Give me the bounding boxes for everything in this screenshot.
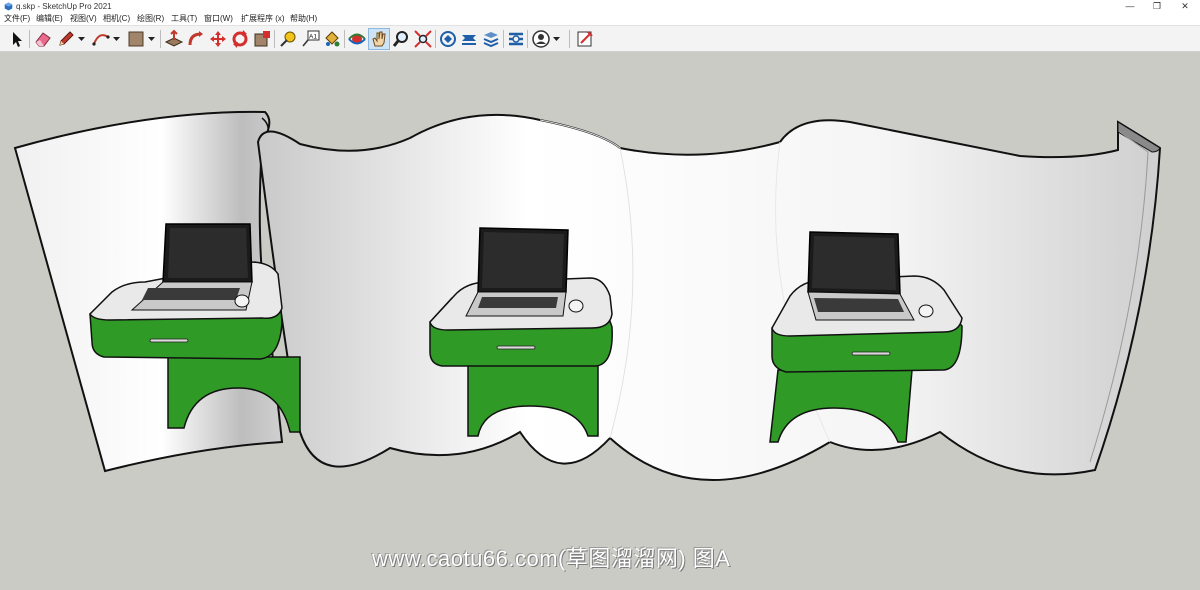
menu-file[interactable]: 文件(F) xyxy=(4,13,30,25)
account-dropdown[interactable] xyxy=(552,29,561,49)
orbit-tool-button[interactable] xyxy=(347,29,367,49)
toolbar-separator xyxy=(160,30,161,48)
arc-tool-button[interactable] xyxy=(91,29,111,49)
move-tool-button[interactable] xyxy=(208,29,228,49)
follow-me-tool-button[interactable] xyxy=(186,29,206,49)
drawer-handle xyxy=(149,338,189,343)
text-tool-glyph: A1 xyxy=(309,34,317,41)
menu-draw[interactable]: 绘图(R) xyxy=(137,13,164,25)
sketchup-logo-icon xyxy=(4,2,13,11)
toolbar-separator xyxy=(435,30,436,48)
zoom-icon xyxy=(392,31,408,47)
arc-tool-dropdown[interactable] xyxy=(112,29,121,49)
menu-tools[interactable]: 工具(T) xyxy=(171,13,197,25)
extension-manager-icon xyxy=(509,32,523,46)
restore-button[interactable]: ❐ xyxy=(1143,0,1171,13)
text-label-icon: A1 xyxy=(302,30,320,47)
menu-view[interactable]: 视图(V) xyxy=(70,13,97,25)
mouse-2 xyxy=(568,299,584,313)
main-toolbar: A1 xyxy=(0,25,1200,52)
section-plane-icon xyxy=(577,31,593,47)
paint-bucket-icon xyxy=(325,31,340,47)
toolbar-separator xyxy=(29,30,30,48)
zoom-extents-icon xyxy=(414,30,432,48)
push-pull-icon xyxy=(164,29,184,47)
chevron-down-icon xyxy=(113,37,120,41)
arc-icon xyxy=(92,34,110,46)
account-icon xyxy=(532,30,550,48)
window-title: q.skp - SketchUp Pro 2021 xyxy=(16,2,112,11)
pan-hand-icon xyxy=(372,31,386,47)
select-tool-button[interactable] xyxy=(7,29,27,49)
eraser-icon xyxy=(35,32,51,47)
scale-icon xyxy=(254,31,270,47)
layout-button[interactable] xyxy=(481,29,501,49)
select-arrow-icon xyxy=(13,32,22,47)
toolbar-separator xyxy=(527,30,528,48)
title-bar: q.skp - SketchUp Pro 2021 — ❐ ✕ xyxy=(0,0,1200,13)
toolbar-separator xyxy=(274,30,275,48)
tape-measure-icon xyxy=(280,31,296,47)
rectangle-icon xyxy=(128,31,144,47)
mouse-1 xyxy=(234,294,250,308)
menu-extensions[interactable]: 扩展程序 (x) xyxy=(241,13,285,25)
toolbar-separator xyxy=(503,30,504,48)
rectangle-tool-dropdown[interactable] xyxy=(147,29,156,49)
pan-tool-button[interactable] xyxy=(368,28,390,50)
extension-warehouse-button[interactable] xyxy=(459,29,479,49)
menu-edit[interactable]: 编辑(E) xyxy=(36,13,63,25)
close-button[interactable]: ✕ xyxy=(1171,0,1199,13)
pencil-line-icon xyxy=(59,31,74,46)
scale-tool-button[interactable] xyxy=(252,29,272,49)
watermark-text: www.caotu66.com(草图溜溜网) 图A xyxy=(372,546,731,571)
account-button[interactable] xyxy=(531,29,551,49)
orbit-icon xyxy=(348,33,366,45)
menu-camera[interactable]: 相机(C) xyxy=(103,13,130,25)
drawer-handle xyxy=(851,351,891,356)
line-tool-dropdown[interactable] xyxy=(77,29,86,49)
text-tool-button[interactable]: A1 xyxy=(300,29,320,49)
3d-warehouse-icon xyxy=(440,31,456,47)
rotate-tool-button[interactable] xyxy=(230,29,250,49)
layout-icon xyxy=(483,32,499,48)
chevron-down-icon xyxy=(148,37,155,41)
follow-me-icon xyxy=(188,31,203,46)
move-icon xyxy=(210,31,226,47)
line-tool-button[interactable] xyxy=(56,29,76,49)
section-plane-button[interactable] xyxy=(575,29,595,49)
model-viewport[interactable]: www.caotu66.com(草图溜溜网) 图A xyxy=(0,52,1200,590)
rectangle-tool-button[interactable] xyxy=(126,29,146,49)
chevron-down-icon xyxy=(553,37,560,41)
minimize-button[interactable]: — xyxy=(1116,0,1144,13)
extension-warehouse-icon xyxy=(462,35,476,45)
eraser-tool-button[interactable] xyxy=(33,29,53,49)
zoom-tool-button[interactable] xyxy=(391,29,411,49)
booth-model-drawing xyxy=(13,110,1162,481)
rotate-icon xyxy=(232,30,248,48)
paint-bucket-tool-button[interactable] xyxy=(322,29,342,49)
push-pull-tool-button[interactable] xyxy=(164,29,184,49)
tape-measure-tool-button[interactable] xyxy=(278,29,298,49)
main-wavy-wall xyxy=(256,113,1162,481)
menu-help[interactable]: 帮助(H) xyxy=(290,13,317,25)
zoom-extents-tool-button[interactable] xyxy=(413,29,433,49)
toolbar-separator xyxy=(569,30,570,48)
chevron-down-icon xyxy=(78,37,85,41)
menu-window[interactable]: 窗口(W) xyxy=(204,13,233,25)
drawer-handle xyxy=(496,345,536,350)
menu-bar: 文件(F) 编辑(E) 视图(V) 相机(C) 绘图(R) 工具(T) 窗口(W… xyxy=(0,13,1200,25)
extension-manager-button[interactable] xyxy=(506,29,526,49)
toolbar-separator xyxy=(344,30,345,48)
mouse-3 xyxy=(918,304,934,318)
3d-warehouse-button[interactable] xyxy=(438,29,458,49)
